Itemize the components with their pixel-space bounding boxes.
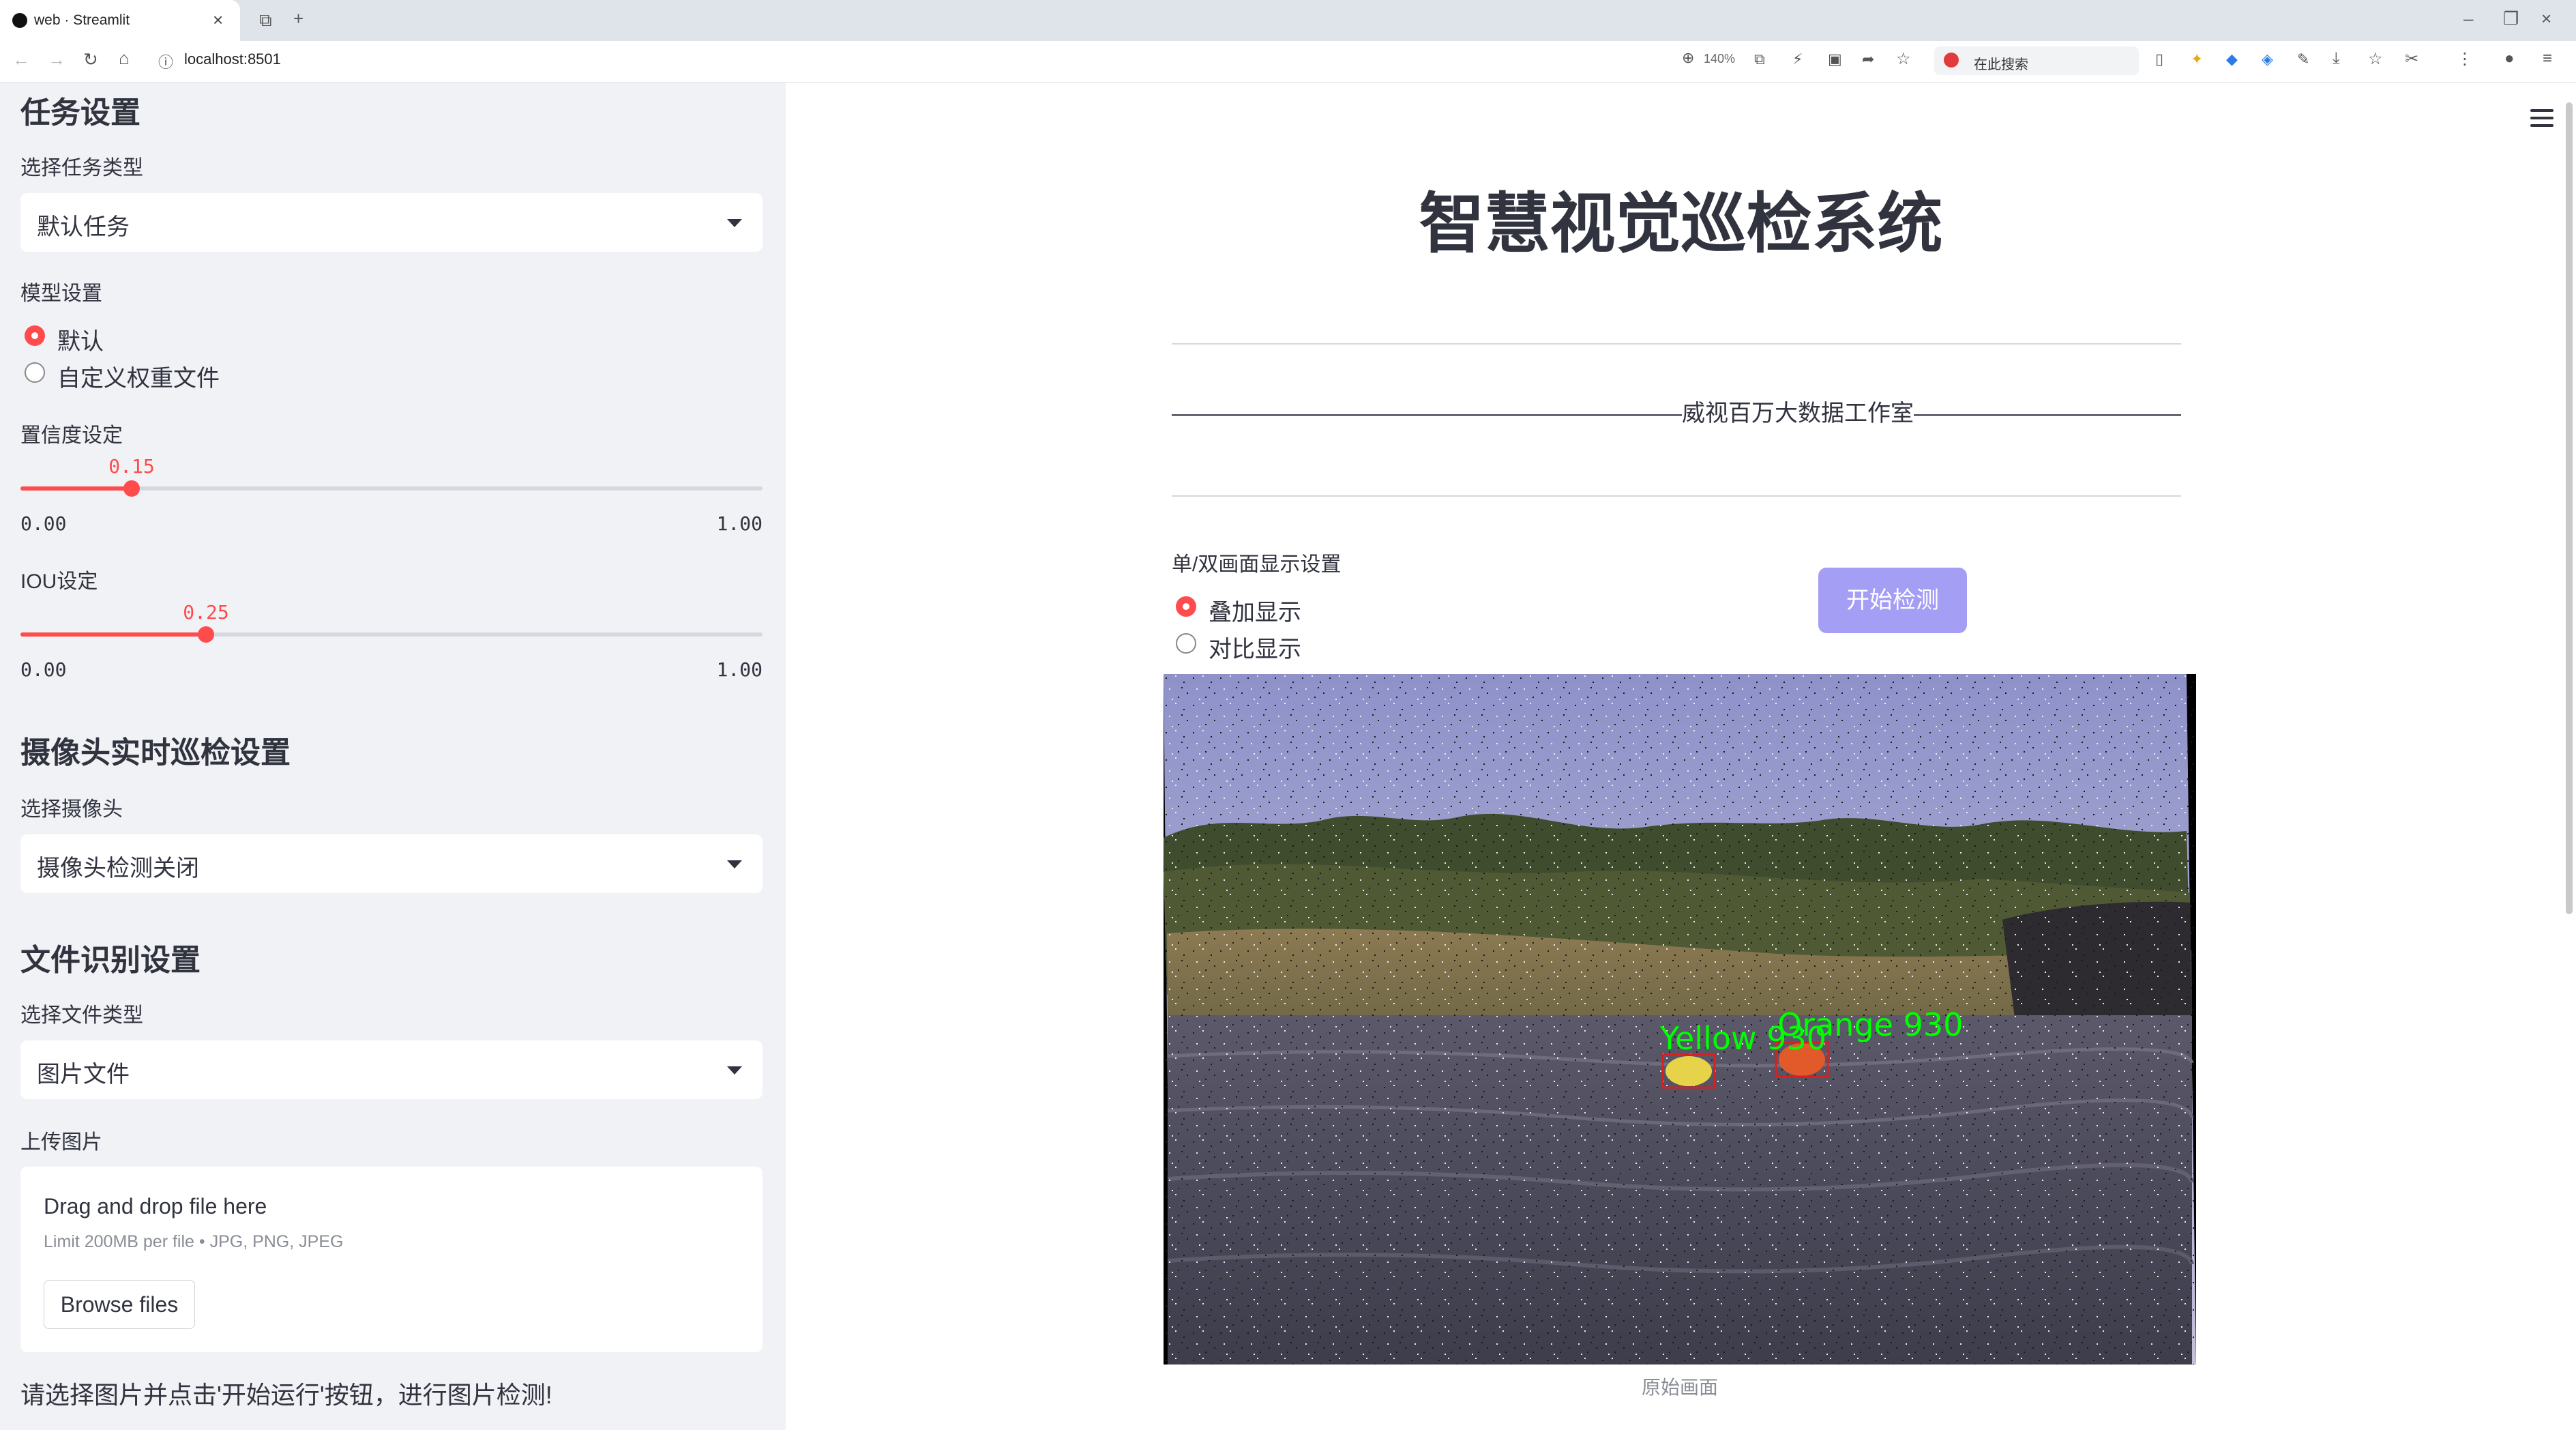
address-bar[interactable]: localhost:8501 bbox=[184, 50, 281, 68]
slider-max: 1.00 bbox=[716, 658, 763, 681]
device-icon[interactable]: ▯ bbox=[2155, 50, 2163, 68]
close-window-icon[interactable]: × bbox=[2541, 8, 2551, 29]
task-type-select[interactable]: 默认任务 bbox=[20, 193, 763, 252]
page-title: 智慧视觉巡检系统 bbox=[1419, 188, 1943, 261]
tab-list-icon[interactable]: ⧉ bbox=[259, 10, 272, 31]
back-icon[interactable]: ← bbox=[12, 49, 30, 70]
browse-files-button[interactable]: Browse files bbox=[44, 1280, 195, 1329]
extension-ai-icon[interactable]: ✦ bbox=[2191, 50, 2203, 68]
slider-value: 0.15 bbox=[108, 455, 155, 478]
slider-thumb[interactable] bbox=[198, 626, 214, 643]
favorites-icon[interactable]: ☆ bbox=[2368, 49, 2383, 69]
cut-icon[interactable]: ✂ bbox=[2405, 49, 2418, 69]
camera-label: 选择摄像头 bbox=[20, 798, 123, 821]
zoom-level: 140% bbox=[1704, 52, 1736, 65]
camera-section-title: 摄像头实时巡检设置 bbox=[20, 736, 291, 770]
slider-fill bbox=[20, 486, 132, 491]
studio-subtitle: ——————————————————————威视百万大数据工作室————————… bbox=[1172, 400, 2181, 426]
display-mode-label: 单/双画面显示设置 bbox=[1172, 553, 1342, 576]
iou-label: IOU设定 bbox=[20, 570, 98, 593]
slider-min: 0.00 bbox=[20, 658, 67, 681]
file-uploader[interactable]: Drag and drop file here Limit 200MB per … bbox=[20, 1167, 763, 1352]
new-tab-icon[interactable]: + bbox=[293, 8, 304, 29]
radio-selected-icon bbox=[25, 325, 45, 346]
screenshot-icon[interactable]: ▣ bbox=[1828, 50, 1842, 68]
slider-thumb[interactable] bbox=[123, 480, 140, 497]
detection-label-orange: Orange 930 bbox=[1777, 1006, 1963, 1043]
minimize-icon[interactable]: – bbox=[2463, 8, 2473, 29]
radio-label: 对比显示 bbox=[1209, 637, 1301, 662]
download-icon[interactable]: ⤓ bbox=[2333, 49, 2340, 68]
slider-fill bbox=[20, 632, 206, 637]
task-section-title: 任务设置 bbox=[20, 96, 140, 130]
extension-pen-icon[interactable]: ✎ bbox=[2297, 50, 2309, 68]
chevron-down-icon bbox=[727, 1066, 742, 1075]
image-caption: 原始画面 bbox=[1641, 1377, 1718, 1398]
home-icon[interactable]: ⌂ bbox=[119, 48, 130, 69]
file-type-select[interactable]: 图片文件 bbox=[20, 1040, 763, 1099]
bookmark-star-icon[interactable]: ☆ bbox=[1896, 49, 1911, 69]
restore-icon[interactable]: ❐ bbox=[2503, 8, 2519, 29]
file-type-label: 选择文件类型 bbox=[20, 1004, 143, 1027]
tab-title: web · Streamlit bbox=[34, 12, 130, 28]
reload-icon[interactable]: ↻ bbox=[83, 49, 98, 70]
chevron-down-icon bbox=[727, 219, 742, 227]
avatar-icon[interactable]: ● bbox=[2504, 49, 2515, 68]
task-type-value: 默认任务 bbox=[37, 214, 130, 240]
share-icon[interactable]: ➦ bbox=[1862, 50, 1874, 68]
browser-toolbar: ← → ↻ ⌂ ⓘ localhost:8501 ⊕ 140% ⧉ ⚡ ▣ ➦ … bbox=[0, 41, 2576, 83]
menu-icon[interactable]: ≡ bbox=[2543, 49, 2552, 68]
radio-label: 默认 bbox=[57, 329, 104, 355]
radio-label: 自定义权重文件 bbox=[57, 366, 220, 392]
zoom-icon[interactable]: ⊕ bbox=[1682, 49, 1694, 67]
task-type-label: 选择任务类型 bbox=[20, 157, 143, 179]
slider-max: 1.00 bbox=[716, 512, 763, 535]
start-detection-button[interactable]: 开始检测 bbox=[1818, 568, 1967, 633]
streamlit-favicon-icon bbox=[12, 13, 27, 28]
radio-label: 叠加显示 bbox=[1209, 600, 1301, 626]
browser-tab-bar: web · Streamlit × ⧉ + – ❐ × bbox=[0, 0, 2576, 41]
iou-slider[interactable]: 0.25 0.00 1.00 bbox=[20, 601, 763, 683]
radio-selected-icon bbox=[1176, 596, 1196, 617]
confidence-label: 置信度设定 bbox=[20, 424, 123, 447]
divider-top bbox=[1172, 343, 2181, 345]
more-vertical-icon[interactable]: ⋮ bbox=[2457, 49, 2473, 69]
slider-min: 0.00 bbox=[20, 512, 67, 535]
file-section-title: 文件识别设置 bbox=[20, 944, 201, 977]
upload-label: 上传图片 bbox=[20, 1131, 102, 1154]
detection-image: Yellow 930 Orange 930 bbox=[1164, 674, 2196, 1365]
search-box[interactable]: 在此搜索 bbox=[1934, 46, 2139, 75]
translate-icon[interactable]: ⧉ bbox=[1754, 50, 1765, 68]
camera-value: 摄像头检测关闭 bbox=[37, 856, 199, 881]
browser-tab[interactable]: web · Streamlit × bbox=[0, 0, 240, 41]
extension-icon[interactable]: ◆ bbox=[2226, 50, 2238, 68]
extension-translate-icon[interactable]: ◈ bbox=[2262, 50, 2273, 68]
forward-icon[interactable]: → bbox=[48, 49, 65, 70]
radio-unselected-icon bbox=[25, 362, 45, 383]
chevron-down-icon bbox=[727, 860, 742, 869]
model-label: 模型设置 bbox=[20, 282, 102, 305]
upload-drop-text: Drag and drop file here bbox=[44, 1194, 267, 1219]
search-placeholder: 在此搜索 bbox=[1974, 57, 2028, 72]
slider-value: 0.25 bbox=[183, 601, 229, 624]
hamburger-menu-icon[interactable] bbox=[2530, 109, 2553, 127]
flash-icon[interactable]: ⚡ bbox=[1792, 50, 1803, 68]
divider-bottom bbox=[1172, 495, 2181, 497]
radio-unselected-icon bbox=[1176, 633, 1196, 654]
site-info-icon[interactable]: ⓘ bbox=[158, 50, 173, 72]
close-tab-icon[interactable]: × bbox=[213, 10, 223, 31]
upload-hint: 请选择图片并点击'开始运行'按钮，进行图片检测! bbox=[20, 1381, 552, 1409]
search-engine-icon bbox=[1944, 53, 1959, 68]
confidence-slider[interactable]: 0.15 0.00 1.00 bbox=[20, 455, 763, 537]
file-type-value: 图片文件 bbox=[37, 1062, 130, 1088]
camera-select[interactable]: 摄像头检测关闭 bbox=[20, 834, 763, 893]
sidebar: 任务设置 选择任务类型 默认任务 模型设置 默认 自定义权重文件 置信度设定 0… bbox=[0, 83, 786, 1430]
upload-limit-text: Limit 200MB per file • JPG, PNG, JPEG bbox=[44, 1232, 344, 1251]
